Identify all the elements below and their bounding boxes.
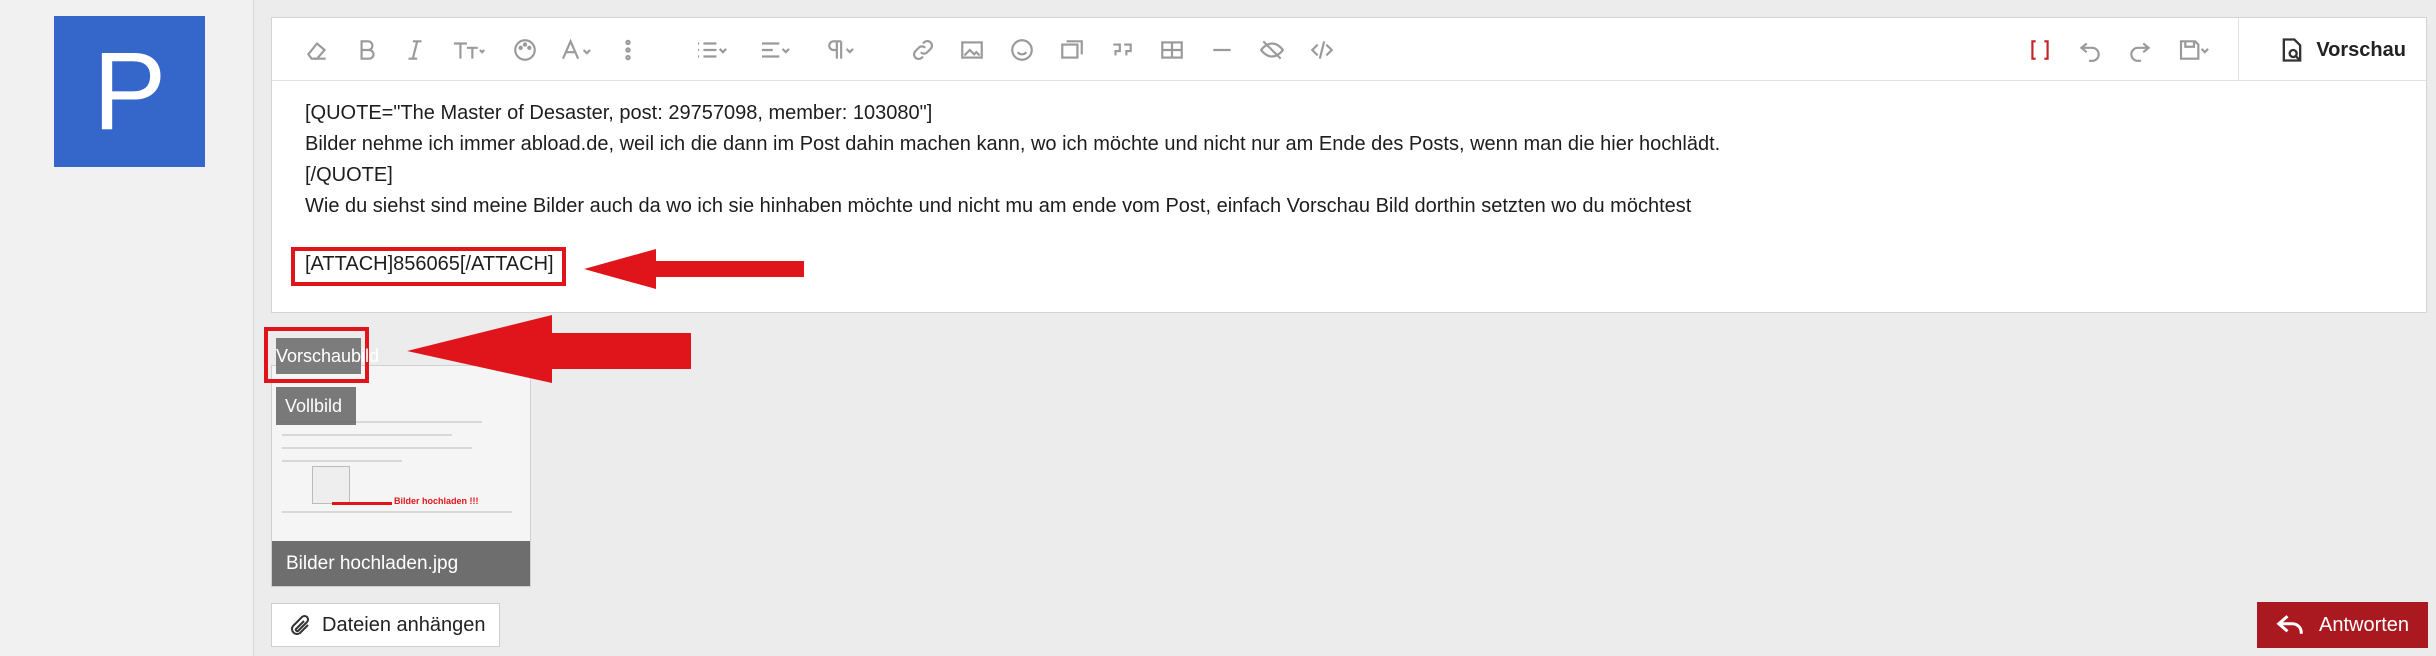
preview-icon <box>2282 38 2302 62</box>
thumb-line <box>282 434 452 436</box>
horizontal-rule-icon[interactable] <box>1207 35 1237 65</box>
reply-label: Antworten <box>2319 613 2410 636</box>
spoiler-icon[interactable] <box>1257 35 1287 65</box>
user-column: P <box>0 0 254 656</box>
reply-button[interactable]: Antworten <box>2257 602 2428 648</box>
quote-icon[interactable] <box>1107 35 1137 65</box>
annotation-arrow <box>407 315 691 383</box>
editor-line: Wie du siehst sind meine Bilder auch da … <box>305 195 1692 217</box>
thumb-arrow <box>332 502 392 505</box>
editor-line: Bilder nehme ich immer abload.de, weil i… <box>305 133 1721 155</box>
more-vertical-icon[interactable] <box>613 35 643 65</box>
thumb-preview <box>312 466 350 504</box>
thumb-line <box>282 460 402 462</box>
editor-line: [QUOTE="The Master of Desaster, post: 29… <box>305 102 933 124</box>
code-icon[interactable] <box>1307 35 1337 65</box>
editor-line: [/QUOTE] <box>305 164 393 186</box>
table-icon[interactable] <box>1157 35 1187 65</box>
image-icon[interactable] <box>957 35 987 65</box>
toolbar-separator <box>2238 18 2239 80</box>
align-icon[interactable] <box>754 35 796 65</box>
eraser-icon[interactable] <box>302 35 332 65</box>
save-draft-icon[interactable] <box>2172 35 2216 65</box>
editor-toolbar: Vorschau <box>272 18 2426 81</box>
thumb-text: Bilder hochladen !!! <box>394 496 479 506</box>
link-icon[interactable] <box>908 35 938 65</box>
preview-button[interactable]: Vorschau <box>2278 34 2406 66</box>
paragraph-icon[interactable] <box>818 35 860 65</box>
attach-files-button[interactable]: Dateien anhängen <box>271 603 500 647</box>
bbcode-toggle-icon[interactable] <box>2025 35 2055 65</box>
avatar[interactable]: P <box>54 16 205 167</box>
insert-fullsize-button[interactable]: Vollbild <box>276 387 356 425</box>
redo-icon[interactable] <box>2125 35 2155 65</box>
bold-icon[interactable] <box>352 35 382 65</box>
editor-content[interactable]: [QUOTE="The Master of Desaster, post: 29… <box>305 98 2406 222</box>
undo-icon[interactable] <box>2075 35 2105 65</box>
list-icon[interactable] <box>690 35 732 65</box>
font-icon[interactable] <box>556 35 596 65</box>
media-icon[interactable] <box>1057 35 1087 65</box>
thumb-line <box>282 447 472 449</box>
italic-icon[interactable] <box>400 35 430 65</box>
preview-label: Vorschau <box>2316 38 2406 61</box>
insert-thumbnail-button[interactable]: Vorschaubild <box>276 338 379 374</box>
reply-icon <box>2276 615 2303 634</box>
attach-highlight-box <box>291 247 566 286</box>
annotation-arrow <box>584 249 804 289</box>
thumb-line <box>282 511 512 513</box>
attach-files-label: Dateien anhängen <box>322 613 486 636</box>
paperclip-icon <box>291 614 310 635</box>
smile-icon[interactable] <box>1007 35 1037 65</box>
attachment-filename: Bilder hochladen.jpg <box>272 541 530 586</box>
palette-icon[interactable] <box>510 35 540 65</box>
text-size-icon[interactable] <box>448 35 488 65</box>
